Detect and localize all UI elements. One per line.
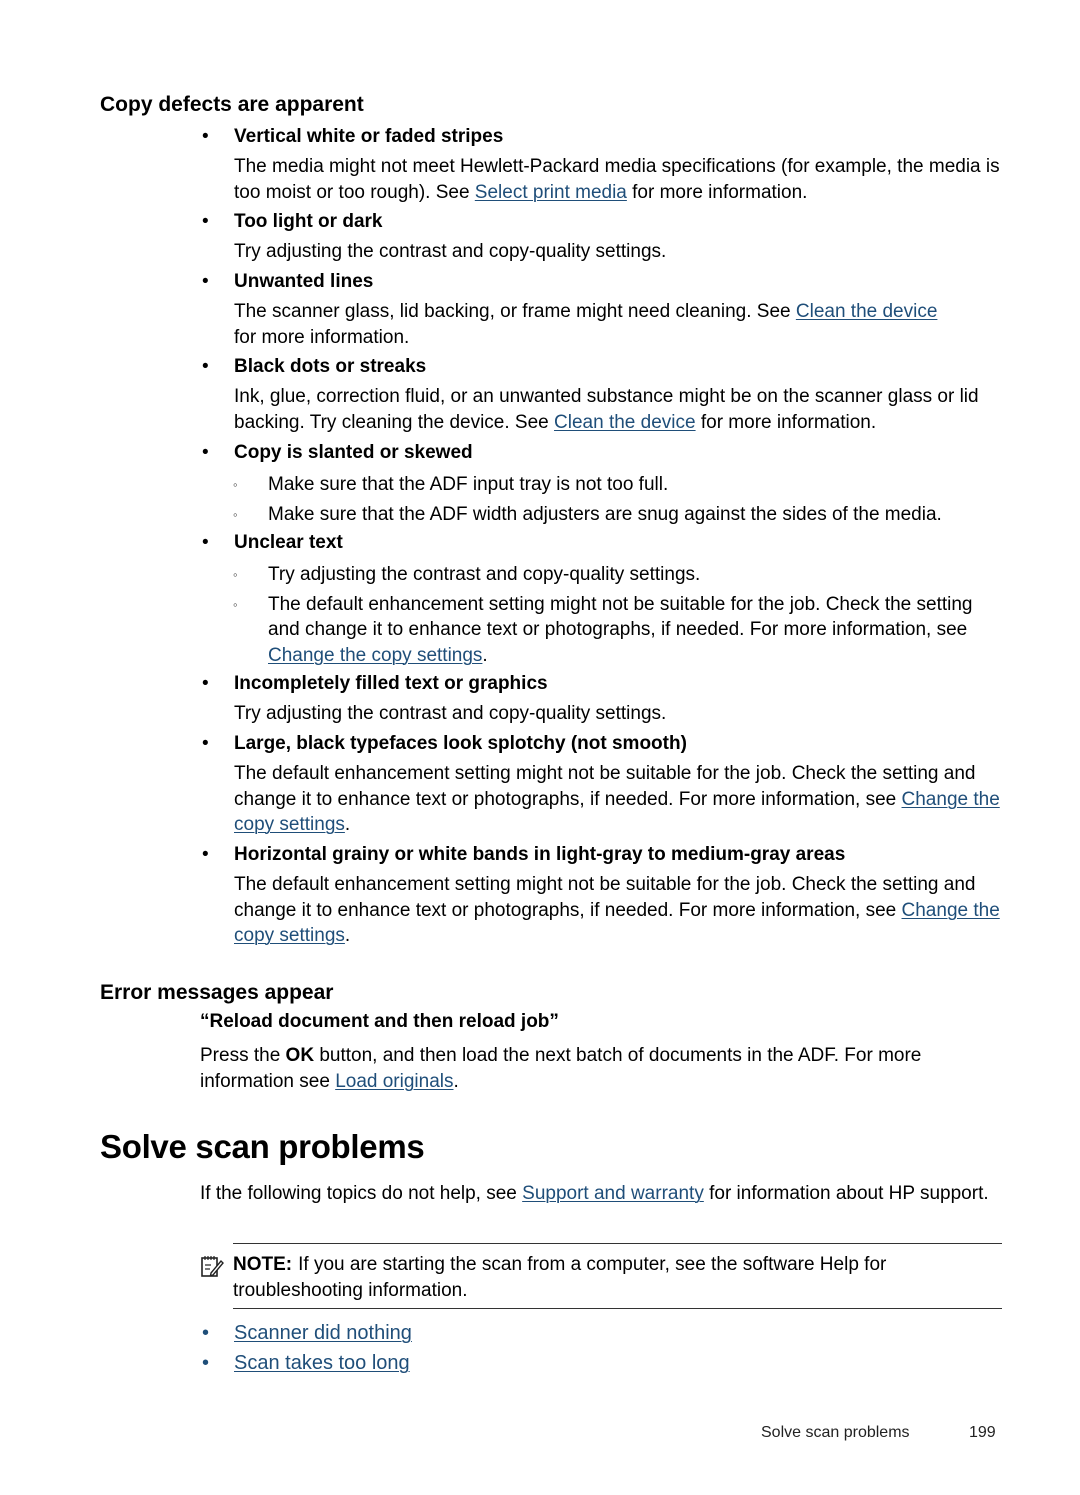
defect-title: Vertical white or faded stripes	[234, 126, 504, 147]
sub-bullet: ◦	[233, 596, 238, 612]
bullet: •	[202, 532, 209, 553]
list-item: • Scanner did nothing	[200, 1318, 412, 1348]
defect-item: • Vertical white or faded stripes The med…	[200, 122, 1010, 205]
sub-bullet: ◦	[233, 567, 238, 582]
link-change-copy-settings[interactable]: Change the copy settings	[268, 645, 482, 666]
note-bottom-rule	[233, 1308, 1002, 1309]
link-clean-the-device[interactable]: Clean the device	[796, 301, 938, 322]
defect-description: Ink, glue, correction fluid, or an unwan…	[234, 386, 979, 433]
section-heading-copy-defects: Copy defects are apparent	[100, 93, 364, 116]
note-label: NOTE:	[233, 1254, 293, 1275]
defect-item: • Unwanted lines The scanner glass, lid b…	[200, 267, 1010, 350]
defect-description: The scanner glass, lid backing, or frame…	[234, 301, 938, 348]
link-support-and-warranty[interactable]: Support and warranty	[522, 1183, 704, 1204]
defect-description: The default enhancement setting might no…	[234, 763, 1000, 835]
footer-page-number: 199	[969, 1424, 996, 1441]
note-box: NOTE: If you are starting the scan from a…	[200, 1252, 1000, 1303]
document-page: Copy defects are apparent • Vertical whit…	[0, 0, 1080, 1495]
ok-button-reference: OK	[285, 1045, 315, 1066]
footer-section-title: Solve scan problems	[761, 1424, 910, 1441]
defect-description: Try adjusting the contrast and copy-qual…	[234, 703, 667, 724]
section-heading-error-messages: Error messages appear	[100, 981, 334, 1004]
defect-title: Incompletely filled text or graphics	[234, 673, 548, 694]
note-top-rule	[233, 1243, 1002, 1244]
sub-item: ◦ Make sure that the ADF width adjusters …	[200, 502, 1010, 528]
defect-title: Copy is slanted or skewed	[234, 442, 473, 463]
page-title: Solve scan problems	[100, 1128, 425, 1165]
defect-item: • Incompletely filled text or graphics Tr…	[200, 669, 1010, 727]
defect-item: • Unclear text ◦ Try adjusting the contras…	[200, 528, 1010, 668]
link-load-originals[interactable]: Load originals	[335, 1071, 453, 1092]
sub-bullet: ◦	[233, 506, 238, 522]
defect-title: Black dots or streaks	[234, 356, 427, 377]
error-message-description: Press the OK button, and then load the n…	[200, 1045, 922, 1092]
bullet: •	[202, 271, 209, 292]
defect-item: • Black dots or streaks Ink, glue, correc…	[200, 352, 1010, 435]
defect-title: Unclear text	[234, 532, 343, 553]
note-pencil-icon	[201, 1256, 224, 1277]
defect-description: The default enhancement setting might no…	[234, 874, 1000, 946]
error-message-title: “Reload document and then reload job”	[200, 1011, 559, 1032]
bullet: •	[202, 126, 209, 147]
defect-item: • Horizontal grainy or white bands in lig…	[200, 840, 1010, 949]
defect-title: Large, black typefaces look splotchy (no…	[234, 733, 687, 754]
sub-item: ◦ Try adjusting the contrast and copy-qua…	[200, 562, 1010, 588]
link-scan-takes-too-long[interactable]: Scan takes too long	[234, 1352, 410, 1374]
sub-item: ◦ Make sure that the ADF input tray is no…	[200, 472, 1010, 498]
defect-title: Too light or dark	[234, 211, 383, 232]
bullet: •	[202, 844, 209, 865]
link-scanner-did-nothing[interactable]: Scanner did nothing	[234, 1322, 412, 1344]
note-text: If you are starting the scan from a comp…	[233, 1254, 887, 1301]
bullet: •	[202, 1352, 210, 1374]
defect-title: Horizontal grainy or white bands in ligh…	[234, 844, 846, 865]
defect-item: • Too light or dark Try adjusting the con…	[200, 207, 1010, 265]
link-clean-the-device[interactable]: Clean the device	[554, 412, 696, 433]
bullet: •	[202, 673, 209, 694]
sub-item: ◦ The default enhancement setting might n…	[233, 593, 973, 666]
defect-item: • Large, black typefaces look splotchy (n…	[200, 729, 1010, 838]
defect-description: Try adjusting the contrast and copy-qual…	[234, 241, 667, 262]
defect-title: Unwanted lines	[234, 271, 374, 292]
link-select-print-media[interactable]: Select print media	[475, 182, 627, 203]
bullet: •	[202, 356, 209, 377]
bullet: •	[202, 733, 209, 754]
list-item: • Scan takes too long	[200, 1348, 412, 1378]
defect-description: The media might not meet Hewlett-Packard…	[234, 156, 1000, 203]
scan-topics-list: • Scanner did nothing • Scan takes too lon…	[200, 1318, 412, 1378]
bullet: •	[202, 442, 209, 463]
defect-item: • Copy is slanted or skewed ◦ Make sure th…	[200, 438, 1010, 527]
bullet: •	[202, 1322, 210, 1344]
scan-intro: If the following topics do not help, see…	[200, 1183, 989, 1204]
sub-bullet: ◦	[233, 477, 238, 492]
bullet: •	[202, 211, 209, 232]
